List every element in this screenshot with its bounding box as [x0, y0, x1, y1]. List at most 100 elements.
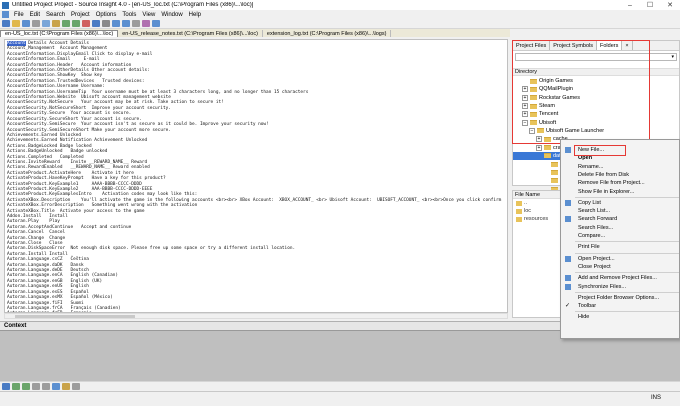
expand-toggle-icon[interactable]: + [522, 94, 528, 101]
tree-item[interactable]: + Tencent [513, 110, 679, 118]
expand-toggle-icon[interactable]: − [522, 119, 528, 126]
window-icon[interactable] [152, 20, 160, 27]
close-button[interactable]: ✕ [660, 0, 680, 10]
menu-search[interactable]: Search [43, 12, 68, 18]
expand-toggle-icon[interactable]: − [529, 127, 535, 134]
horizontal-scrollbar[interactable] [4, 313, 508, 319]
tree-item[interactable]: Origin Games [513, 77, 679, 85]
tree-item[interactable]: + Rockstar Games [513, 94, 679, 102]
context-menu-item[interactable]: Rename... [561, 163, 680, 171]
directory-header: Directory [513, 68, 679, 76]
expand-toggle-icon[interactable]: + [522, 103, 528, 110]
cut-icon[interactable] [32, 20, 40, 27]
minimize-button[interactable]: – [620, 0, 640, 10]
refresh-icon[interactable] [42, 383, 50, 390]
context-menu-item-label: Copy List [578, 199, 601, 206]
symbol-icon[interactable] [142, 20, 150, 27]
tree-item[interactable]: + QQMailPlugin [513, 85, 679, 93]
context-menu-item[interactable]: Project Folder Browser Options... [561, 294, 680, 302]
jump-icon[interactable] [52, 383, 60, 390]
menu-edit[interactable]: Edit [27, 12, 43, 18]
context-menu-item[interactable]: Add and Remove Project Files... [561, 274, 680, 282]
settings-icon[interactable] [72, 383, 80, 390]
tree-item[interactable]: − Ubisoft Game Launcher [513, 127, 679, 135]
context-menu-item[interactable]: Close Project [561, 263, 680, 271]
expand-toggle-icon[interactable]: + [536, 144, 542, 151]
menu-help[interactable]: Help [186, 12, 204, 18]
maximize-button[interactable]: ☐ [640, 0, 660, 10]
tab-en-us-loc[interactable]: en-US_loc.txt (C:\Program Files (x86)\..… [0, 30, 119, 37]
folder-path-combobox[interactable]: ▾ [515, 53, 677, 61]
bookmark-icon[interactable] [132, 20, 140, 27]
context-menu-item[interactable]: Open Project... [561, 255, 680, 263]
tab-project-files[interactable]: Project Files [513, 41, 551, 50]
document-icon [2, 11, 9, 18]
search-icon[interactable] [92, 20, 100, 27]
open-icon[interactable] [12, 20, 20, 27]
tree-item[interactable]: − Ubisoft [513, 118, 679, 126]
undo-icon[interactable] [62, 20, 70, 27]
expand-toggle-icon[interactable]: + [522, 111, 528, 118]
code-editor[interactable]: Account Details Account Details Account_… [4, 39, 508, 313]
context-menu-item-label: Toolbar [578, 303, 597, 310]
context-menu-item[interactable]: Remove File from Project... [561, 179, 680, 187]
context-menu-item[interactable]: Open [561, 154, 680, 162]
tree-item[interactable]: + Steam [513, 102, 679, 110]
bottom-toolbar [0, 381, 680, 391]
back-icon[interactable] [112, 20, 120, 27]
menu-bar: File Edit Search Project Options Tools V… [0, 10, 680, 19]
home-icon[interactable] [2, 383, 10, 390]
stop-icon[interactable] [82, 20, 90, 27]
chevron-down-icon[interactable]: ▾ [671, 54, 674, 60]
context-menu-item[interactable]: Search List... [561, 207, 680, 215]
context-menu-item[interactable]: Search Forward [561, 215, 680, 223]
tree-item-label: Steam [539, 103, 555, 110]
forward-icon[interactable] [122, 20, 130, 27]
folder-icon [530, 86, 537, 92]
context-menu-item[interactable]: Search Files... [561, 224, 680, 232]
context-menu-item[interactable]: Delete File from Disk [561, 171, 680, 179]
replace-icon[interactable] [102, 20, 110, 27]
context-menu-item[interactable]: Print File [561, 243, 680, 251]
tab-folders[interactable]: Folders [597, 41, 623, 50]
forward-icon[interactable] [22, 383, 30, 390]
scrollbar-thumb[interactable] [15, 315, 135, 318]
save-icon[interactable] [22, 20, 30, 27]
context-menu-item[interactable]: Compare... [561, 232, 680, 240]
context-menu-item[interactable]: Show File in Explorer... [561, 188, 680, 196]
menu-options[interactable]: Options [93, 12, 120, 18]
folder-icon [516, 200, 522, 206]
context-menu-item[interactable]: Copy List [561, 199, 680, 207]
copy-icon[interactable] [42, 20, 50, 27]
context-menu-item-label: Show File in Explorer... [578, 188, 635, 195]
menu-project[interactable]: Project [68, 12, 93, 18]
tab-project-symbols[interactable]: Project Symbols [550, 41, 598, 50]
expand-toggle-icon[interactable]: + [522, 86, 528, 93]
menu-tools[interactable]: Tools [119, 12, 139, 18]
context-menu-item-label: Open Project... [578, 255, 615, 262]
expand-toggle-icon[interactable]: + [536, 136, 542, 143]
context-menu-item[interactable]: Synchronize Files... [561, 283, 680, 291]
context-menu-item[interactable]: ✓ Toolbar [561, 302, 680, 310]
menu-view[interactable]: View [139, 12, 158, 18]
folder-icon [516, 208, 522, 214]
tab-release-notes[interactable]: en-US_release_notes.txt (C:\Program File… [118, 30, 263, 37]
folder-icon [530, 111, 537, 117]
menu-window[interactable]: Window [158, 12, 185, 18]
tree-item-label: QQMailPlugin [539, 86, 573, 93]
new-icon[interactable] [2, 20, 10, 27]
back-icon[interactable] [12, 383, 20, 390]
folder-icon [530, 95, 537, 101]
redo-icon[interactable] [72, 20, 80, 27]
close-icon[interactable]: × [622, 41, 633, 50]
paste-icon[interactable] [52, 20, 60, 27]
context-menu-item-label: Close Project [578, 263, 611, 270]
menu-file[interactable]: File [11, 12, 27, 18]
context-menu-item[interactable]: New File... [561, 146, 680, 154]
folder-icon [544, 145, 551, 151]
folder-icon[interactable] [62, 383, 70, 390]
lock-icon[interactable] [32, 383, 40, 390]
context-menu-item[interactable]: Hide [561, 313, 680, 321]
folder-icon [537, 128, 544, 134]
tab-extension-log[interactable]: extension_log.txt (C:\Program Files (x86… [263, 30, 392, 37]
